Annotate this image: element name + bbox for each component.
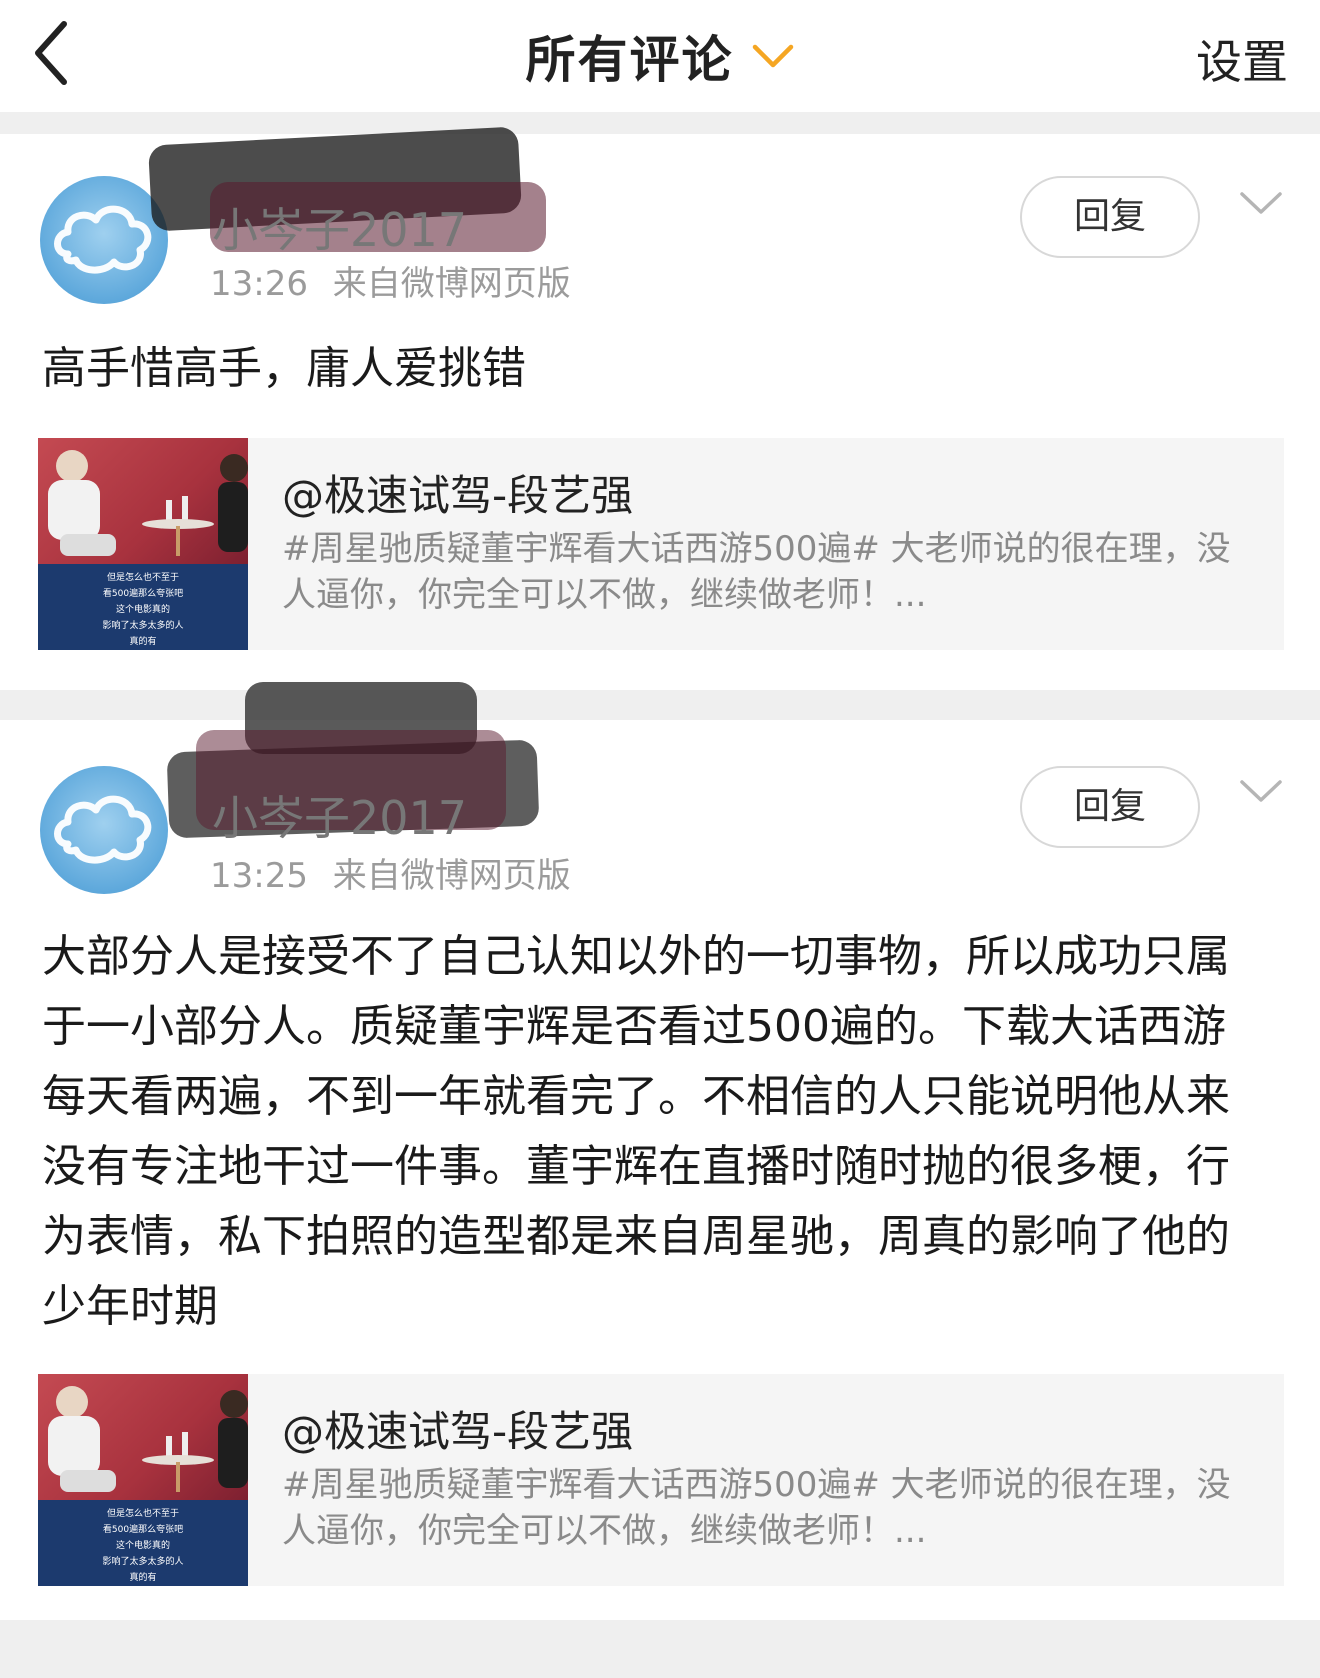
comment-meta: 13:26 来自微博网页版 [210,256,571,305]
reply-button[interactable]: 回复 [1020,176,1200,258]
chevron-down-icon [1240,780,1282,802]
cloud-avatar-image [54,795,152,864]
reply-button[interactable]: 回复 [1020,766,1200,848]
thumbnail-caption: 但是怎么也不至于 看500遍那么夸张吧 这个电影真的 影响了太多太多的人 真的有 [38,570,248,650]
video-thumbnail[interactable]: 但是怎么也不至于 看500遍那么夸张吧 这个电影真的 影响了太多太多的人 真的有 [38,438,248,650]
more-options-button[interactable] [1236,772,1286,812]
title-group[interactable]: 所有评论 [0,20,1320,89]
comment-source: 来自微博网页版 [332,856,571,896]
thumbnail-scene [38,1374,248,1500]
comment-time: 13:26 [210,264,308,304]
chevron-down-icon[interactable] [751,41,795,71]
comment-source: 来自微博网页版 [332,264,571,304]
avatar[interactable] [40,766,168,894]
repost-card[interactable]: 但是怎么也不至于 看500遍那么夸张吧 这个电影真的 影响了太多太多的人 真的有… [38,1374,1284,1586]
repost-author[interactable]: @极速试驾-段艺强 [282,462,633,523]
thumbnail-people-image [48,450,248,556]
thumbnail-caption-line: 看500遍那么夸张吧 [102,1525,184,1535]
repost-author[interactable]: @极速试驾-段艺强 [282,1398,633,1459]
repost-description: #周星驰质疑董宇辉看大话西游500遍# 大老师说的很在理，没人逼你，你完全可以不… [282,529,1231,615]
cloud-avatar-image [54,205,152,274]
thumbnail-caption-line: 但是怎么也不至于 [106,573,179,583]
thumbnail-scene [38,438,248,564]
repost-card[interactable]: 但是怎么也不至于 看500遍那么夸张吧 这个电影真的 影响了太多太多的人 真的有… [38,438,1284,650]
settings-button[interactable]: 设置 [1196,26,1288,92]
username[interactable]: 小岑子2017 [212,782,467,848]
repost-description: #周星驰质疑董宇辉看大话西游500遍# 大老师说的很在理，没人逼你，你完全可以不… [282,1465,1231,1551]
comment-meta: 13:25 来自微博网页版 [210,848,571,897]
thumbnail-people-image [48,1386,248,1492]
comment-item: 小岑子2017 13:25 来自微博网页版 回复 大部分人是接受不了自己认知以外… [0,682,1320,1620]
thumbnail-caption-line: 这个电影真的 [115,605,170,615]
more-options-button[interactable] [1236,184,1286,224]
comment-text: 高手惜高手，庸人爱挑错 [42,343,526,394]
thumbnail-caption-line: 影响了太多太多的人 [102,621,184,631]
divider [0,112,1320,134]
comment-item: 小岑子2017 13:26 来自微博网页版 回复 高手惜高手，庸人爱挑错 但是怎… [0,126,1320,690]
thumbnail-caption-line: 真的有 [129,637,157,647]
thumbnail-caption-line: 看500遍那么夸张吧 [102,589,184,599]
thumbnail-caption-line: 这个电影真的 [115,1541,170,1551]
thumbnail-caption-line: 但是怎么也不至于 [106,1509,179,1519]
chevron-down-icon [1240,192,1282,214]
thumbnail-caption-line: 真的有 [129,1573,157,1583]
avatar[interactable] [40,176,168,304]
thumbnail-caption-line: 影响了太多太多的人 [102,1557,184,1567]
page-title[interactable]: 所有评论 [525,20,733,92]
top-bar: 所有评论 设置 [0,0,1320,112]
username[interactable]: 小岑子2017 [212,194,467,260]
video-thumbnail[interactable]: 但是怎么也不至于 看500遍那么夸张吧 这个电影真的 影响了太多太多的人 真的有 [38,1374,248,1586]
thumbnail-caption: 但是怎么也不至于 看500遍那么夸张吧 这个电影真的 影响了太多太多的人 真的有 [38,1506,248,1586]
divider [0,1620,1320,1678]
divider [0,690,1320,720]
comment-time: 13:25 [210,856,308,896]
comment-text: 大部分人是接受不了自己认知以外的一切事物，所以成功只属于一小部分人。质疑董宇辉是… [42,931,1230,1332]
